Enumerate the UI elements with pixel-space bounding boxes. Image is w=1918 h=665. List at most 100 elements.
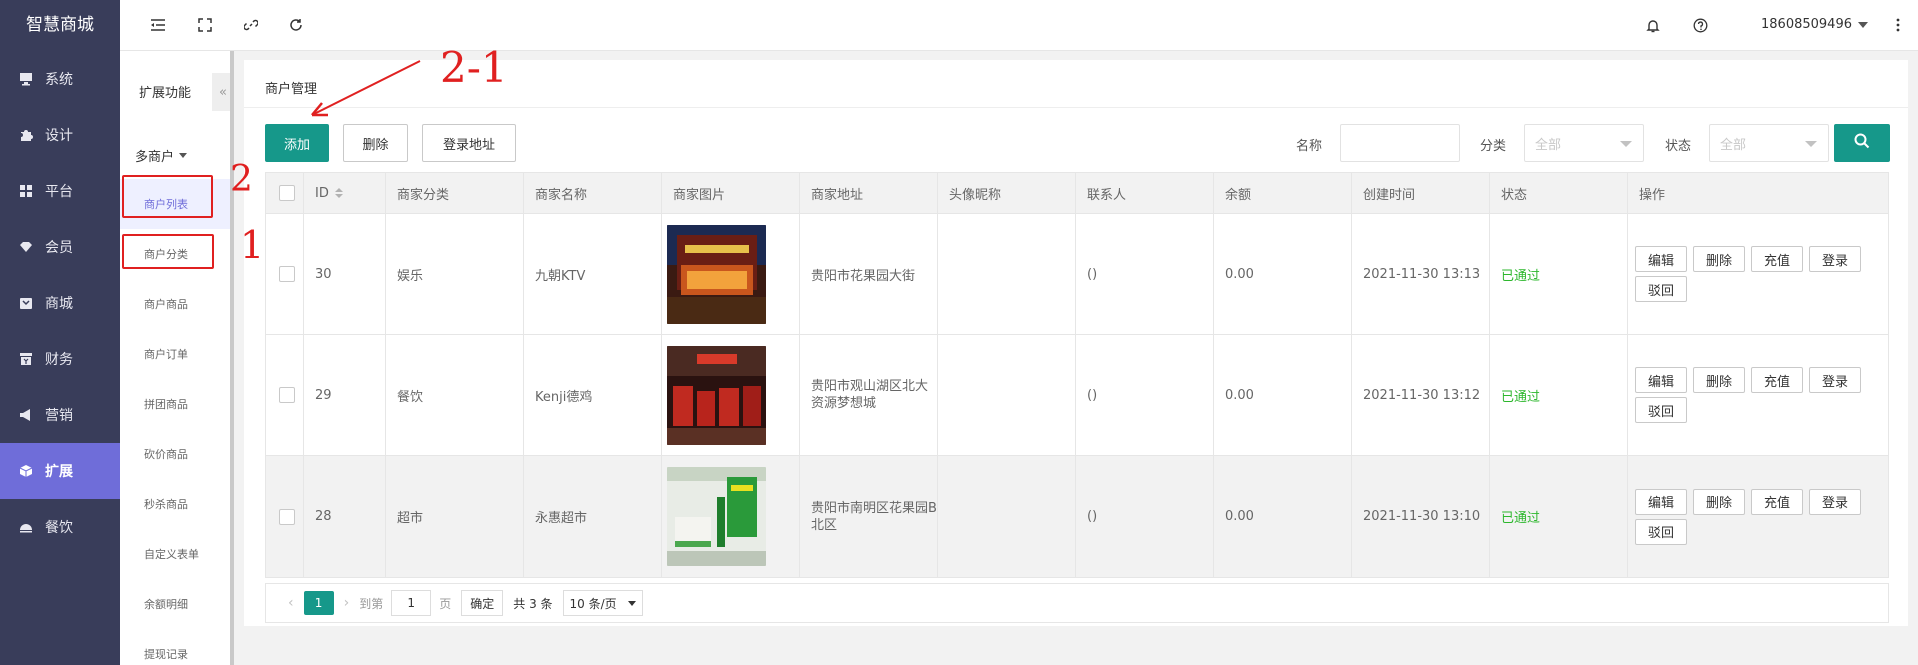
cell-nickname <box>938 214 1076 334</box>
delete-button[interactable]: 删除 <box>343 124 408 162</box>
nav-item-finance[interactable]: 财务 <box>0 331 120 387</box>
login-address-button[interactable]: 登录地址 <box>422 124 516 162</box>
page-1-button[interactable]: 1 <box>303 591 334 615</box>
edit-button[interactable]: 编辑 <box>1635 367 1688 393</box>
group-multi-merchant[interactable]: 多商户 <box>120 131 234 179</box>
row-checkbox[interactable] <box>279 508 295 525</box>
nav-label: 设计 <box>45 128 73 144</box>
prev-page-button[interactable]: ‹ <box>288 595 294 611</box>
group-label: 多商户 <box>135 149 175 165</box>
merchant-image-supermarket[interactable] <box>667 467 766 566</box>
nav-item-platform[interactable]: 平台 <box>0 163 120 219</box>
sidebar-scrollbar[interactable] <box>230 51 234 665</box>
nav-item-shop[interactable]: 商城 <box>0 275 120 331</box>
nav-item-extension[interactable]: 扩展 <box>0 443 120 499</box>
goto-confirm-button[interactable]: 确定 <box>461 590 504 616</box>
sub-item-group-buy-goods[interactable]: 拼团商品 <box>120 379 234 429</box>
main-panel: 商户管理 添加 删除 登录地址 名称 分类 全部 状态 全部 ID 商家分类 商… <box>244 60 1908 626</box>
chevron-down-icon <box>627 601 636 606</box>
nav-label: 财务 <box>45 352 73 368</box>
more-icon[interactable] <box>1888 15 1908 35</box>
cell-category: 超市 <box>386 456 524 577</box>
category-filter-select[interactable]: 全部 <box>1524 124 1644 162</box>
sort-icon[interactable] <box>334 188 343 198</box>
cell-name: 九朝KTV <box>524 214 662 334</box>
monitor-icon <box>19 72 33 86</box>
cube-icon <box>19 464 33 478</box>
add-button[interactable]: 添加 <box>265 124 329 162</box>
sub-item-merchant-orders[interactable]: 商户订单 <box>120 329 234 379</box>
cell-id: 29 <box>304 335 386 455</box>
user-menu[interactable]: 18608509496 <box>1761 17 1868 32</box>
menu-fold-icon[interactable] <box>148 15 168 35</box>
login-button[interactable]: 登录 <box>1809 246 1862 272</box>
annotation-box-merchant-list <box>122 175 213 218</box>
delete-row-button[interactable]: 删除 <box>1693 488 1746 515</box>
merchant-image-restaurant[interactable] <box>667 345 766 445</box>
link-icon[interactable] <box>241 15 261 35</box>
header-id[interactable]: ID <box>304 173 386 213</box>
table-header: ID 商家分类 商家名称 商家图片 商家地址 头像昵称 联系人 余额 创建时间 … <box>266 173 1888 214</box>
sub-item-balance-detail[interactable]: 余额明细 <box>120 579 234 629</box>
nav-item-dining[interactable]: 餐饮 <box>0 499 120 555</box>
header-contact: 联系人 <box>1076 173 1214 213</box>
delete-row-button[interactable]: 删除 <box>1693 246 1746 272</box>
chevron-down-icon <box>1858 21 1868 28</box>
cell-id: 30 <box>304 214 386 334</box>
annotation-arrow <box>311 60 421 117</box>
goto-page-input[interactable]: 1 <box>391 590 432 616</box>
edit-button[interactable]: 编辑 <box>1635 488 1688 515</box>
annotation-box-merchant-category <box>122 234 214 269</box>
header-checkbox-cell <box>266 173 304 213</box>
recharge-button[interactable]: 充值 <box>1751 367 1804 393</box>
edit-button[interactable]: 编辑 <box>1635 246 1688 272</box>
sub-item-merchant-goods[interactable]: 商户商品 <box>120 279 234 329</box>
status-filter-select[interactable]: 全部 <box>1709 124 1829 162</box>
cell-address: 贵阳市花果园大街 <box>800 214 938 334</box>
search-button[interactable] <box>1834 124 1890 162</box>
user-name: 18608509496 <box>1761 17 1852 32</box>
select-all-checkbox[interactable] <box>279 185 295 201</box>
fullscreen-icon[interactable] <box>195 15 215 35</box>
cell-name: Kenji德鸡 <box>524 335 662 455</box>
status-filter-value: 全部 <box>1720 137 1747 153</box>
cell-image <box>662 335 800 455</box>
recharge-button[interactable]: 充值 <box>1751 246 1804 272</box>
status-filter-label: 状态 <box>1665 139 1692 154</box>
delete-row-button[interactable]: 删除 <box>1693 367 1746 393</box>
recharge-button[interactable]: 充值 <box>1751 488 1804 515</box>
sub-item-bargain-goods[interactable]: 砍价商品 <box>120 429 234 479</box>
caret-down-icon <box>179 152 188 158</box>
cell-category: 娱乐 <box>386 214 524 334</box>
row-checkbox-cell <box>266 335 304 455</box>
help-icon[interactable] <box>1690 15 1710 35</box>
sub-item-custom-form[interactable]: 自定义表单 <box>120 529 234 579</box>
nav-item-system[interactable]: 系统 <box>0 51 120 107</box>
merchant-image-ktv[interactable] <box>667 224 766 324</box>
nav-item-member[interactable]: 会员 <box>0 219 120 275</box>
sub-item-flash-sale-goods[interactable]: 秒杀商品 <box>120 479 234 529</box>
page-scrollbar[interactable] <box>1908 60 1918 626</box>
nav-item-marketing[interactable]: 营销 <box>0 387 120 443</box>
sub-item-withdraw-record[interactable]: 提现记录 <box>120 629 234 665</box>
dining-icon <box>19 520 33 534</box>
reject-button[interactable]: 驳回 <box>1635 276 1688 302</box>
reject-button[interactable]: 驳回 <box>1635 397 1688 423</box>
page-size-select[interactable]: 10 条/页 <box>562 590 643 616</box>
cell-actions: 编辑 删除 充值 登录 驳回 <box>1628 214 1872 334</box>
login-button[interactable]: 登录 <box>1809 488 1862 515</box>
bell-icon[interactable] <box>1643 15 1663 35</box>
next-page-button[interactable]: › <box>344 595 350 611</box>
gem-icon <box>19 240 33 254</box>
row-checkbox[interactable] <box>279 387 295 403</box>
cell-contact: () <box>1076 214 1214 334</box>
nav-item-design[interactable]: 设计 <box>0 107 120 163</box>
login-button[interactable]: 登录 <box>1809 367 1862 393</box>
merchant-table: ID 商家分类 商家名称 商家图片 商家地址 头像昵称 联系人 余额 创建时间 … <box>265 172 1889 578</box>
row-checkbox[interactable] <box>279 266 295 282</box>
brand-title: 智慧商城 <box>0 0 120 51</box>
cell-name: 永惠超市 <box>524 456 662 577</box>
name-filter-input[interactable] <box>1340 124 1460 162</box>
reject-button[interactable]: 驳回 <box>1635 518 1688 545</box>
refresh-icon[interactable] <box>286 15 306 35</box>
